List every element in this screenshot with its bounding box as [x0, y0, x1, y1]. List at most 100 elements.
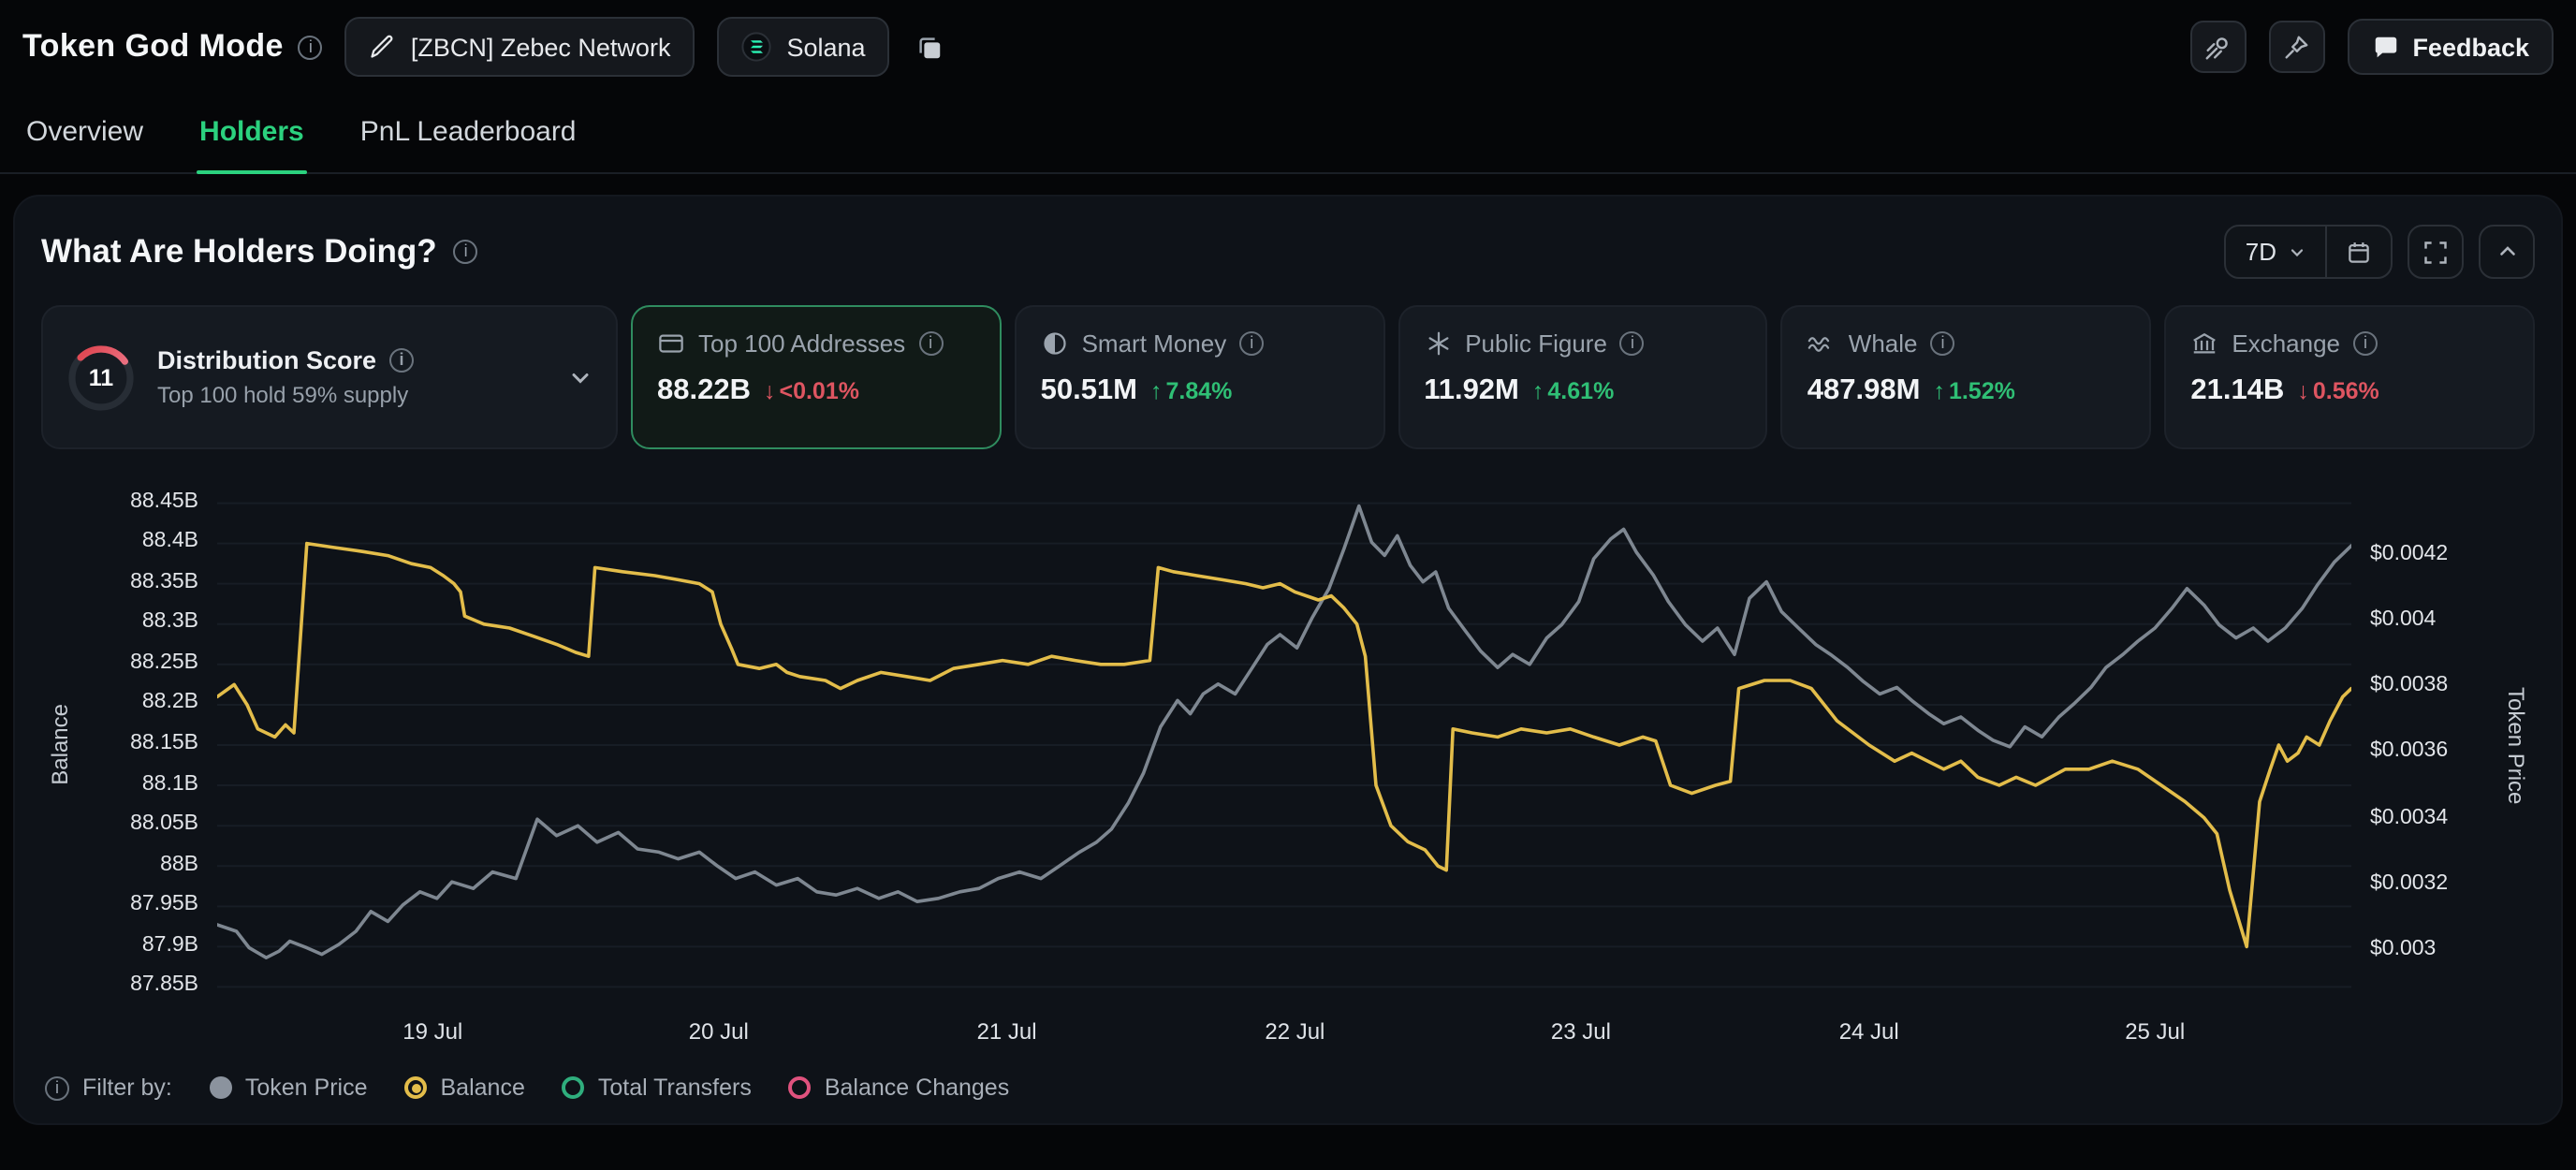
balance-changes-marker-icon	[789, 1076, 812, 1099]
tick-label: 88.45B	[130, 490, 198, 513]
card-label: Whale	[1849, 329, 1918, 358]
change-arrow-icon: ↑	[1532, 378, 1544, 404]
change-arrow-icon: ↓	[2297, 378, 2309, 404]
filter-balance-changes[interactable]: Balance Changes	[789, 1075, 1009, 1101]
card-change: ↑1.52%	[1933, 378, 2014, 404]
tick-label: $0.0038	[2370, 674, 2448, 696]
distribution-score-card[interactable]: 11 Distribution Score i Top 100 hold 59%…	[41, 305, 618, 449]
y-axis-right-ticks: $0.0042 $0.004 $0.0038 $0.0036 $0.0034 $0.003…	[2351, 483, 2497, 1007]
token-price-marker-icon	[210, 1076, 232, 1099]
timeframe-dropdown[interactable]: 7D	[2227, 227, 2325, 277]
chevron-down-icon[interactable]	[567, 364, 593, 390]
tick-label: 88.25B	[130, 651, 198, 674]
info-icon[interactable]: i	[299, 35, 323, 59]
card-value: 487.98M	[1808, 374, 1921, 408]
tick-label: 22 Jul	[1265, 1018, 1325, 1045]
filter-token-price[interactable]: Token Price	[210, 1075, 368, 1101]
filter-by-group: i Filter by:	[45, 1075, 172, 1101]
top-100-addresses-card[interactable]: Top 100 Addresses i 88.22B ↓<0.01%	[631, 305, 1002, 449]
collapse-panel-button[interactable]	[2479, 225, 2535, 279]
card-label: Public Figure	[1465, 329, 1607, 358]
filter-balance[interactable]: Balance	[405, 1075, 525, 1101]
timeframe-control-group: 7D	[2225, 225, 2393, 279]
x-axis-labels: 19 Jul20 Jul21 Jul22 Jul23 Jul24 Jul25 J…	[217, 1018, 2351, 1056]
token-god-mode-page: Token God Mode i [ZBCN] Zebec Network So…	[0, 0, 2576, 1170]
tick-label: 19 Jul	[402, 1018, 462, 1045]
tick-label: 20 Jul	[689, 1018, 749, 1045]
card-value: 11.92M	[1424, 374, 1519, 408]
exchange-card[interactable]: Exchange i 21.14B ↓0.56%	[2164, 305, 2535, 449]
tick-label: $0.0042	[2370, 542, 2448, 564]
change-arrow-icon: ↓	[764, 378, 776, 404]
comet-icon	[2203, 33, 2232, 61]
info-icon[interactable]: i	[1239, 331, 1264, 356]
calendar-button[interactable]	[2327, 227, 2391, 277]
holders-panel: What Are Holders Doing? i 7D	[13, 195, 2563, 1125]
tick-label: $0.0034	[2370, 806, 2448, 828]
top-bar: Token God Mode i [ZBCN] Zebec Network So…	[0, 0, 2576, 94]
chain-selector-pill[interactable]: Solana	[717, 17, 889, 77]
y-axis-left-title: Balance	[41, 483, 79, 1007]
card-label: Exchange	[2232, 329, 2340, 358]
panel-title: What Are Holders Doing?	[41, 232, 437, 271]
bank-icon	[2190, 329, 2218, 358]
chain-name: Solana	[786, 33, 865, 61]
timeframe-value: 7D	[2246, 238, 2276, 266]
tab-pnl-leaderboard[interactable]: PnL Leaderboard	[357, 116, 580, 172]
copy-address-button[interactable]	[913, 29, 948, 65]
tick-label: 87.95B	[130, 893, 198, 915]
info-icon[interactable]: i	[1620, 331, 1645, 356]
tick-label: 88B	[160, 853, 198, 875]
tick-label: 88.1B	[142, 772, 198, 795]
change-arrow-icon: ↑	[1933, 378, 1945, 404]
smart-money-card[interactable]: Smart Money i 50.51M ↑7.84%	[1015, 305, 1385, 449]
total-transfers-marker-icon	[563, 1076, 585, 1099]
info-icon[interactable]: i	[918, 331, 943, 356]
card-value: 88.22B	[657, 374, 751, 408]
edit-pencil-icon	[370, 34, 396, 60]
tick-label: $0.0036	[2370, 740, 2448, 763]
feedback-label: Feedback	[2412, 33, 2529, 61]
tick-label: 88.35B	[130, 571, 198, 593]
info-icon[interactable]: i	[454, 240, 478, 264]
tab-holders[interactable]: Holders	[196, 116, 308, 172]
feedback-button[interactable]: Feedback	[2347, 19, 2554, 75]
public-figure-card[interactable]: Public Figure i 11.92M ↑4.61%	[1398, 305, 1768, 449]
tab-overview[interactable]: Overview	[22, 116, 147, 172]
distribution-score-gauge: 11	[66, 342, 137, 413]
info-icon[interactable]: i	[1931, 331, 1955, 356]
info-icon[interactable]: i	[389, 348, 414, 373]
coin-icon	[1041, 329, 1069, 358]
tick-label: 24 Jul	[1839, 1018, 1899, 1045]
panel-header: What Are Holders Doing? i 7D	[41, 225, 2535, 279]
tick-label: 88.2B	[142, 692, 198, 714]
whale-card[interactable]: Whale i 487.98M ↑1.52%	[1781, 305, 2152, 449]
info-icon[interactable]: i	[2353, 331, 2378, 356]
tick-label: 88.15B	[130, 732, 198, 754]
info-icon[interactable]: i	[45, 1075, 69, 1100]
chart-plot[interactable]	[217, 483, 2351, 1007]
quick-actions-button[interactable]	[2189, 21, 2246, 73]
pin-button[interactable]	[2268, 21, 2324, 73]
tick-label: $0.004	[2370, 608, 2436, 631]
card-value: 50.51M	[1041, 374, 1137, 408]
tick-label: 88.05B	[130, 812, 198, 835]
tick-label: $0.0032	[2370, 872, 2448, 895]
pin-icon	[2282, 33, 2310, 61]
page-title: Token God Mode	[22, 28, 284, 66]
chevron-down-icon	[2288, 242, 2306, 261]
token-selector-pill[interactable]: [ZBCN] Zebec Network	[345, 17, 695, 77]
tick-label: $0.003	[2370, 938, 2436, 960]
panel-controls: 7D	[2225, 225, 2535, 279]
tick-label: 87.9B	[142, 933, 198, 956]
distribution-score-label: Distribution Score	[157, 346, 376, 374]
calendar-icon	[2346, 239, 2372, 265]
change-arrow-icon: ↑	[1150, 378, 1163, 404]
expand-icon	[2422, 239, 2449, 265]
chevron-up-icon	[2495, 240, 2519, 264]
wave-icon	[1808, 329, 1836, 358]
fullscreen-button[interactable]	[2408, 225, 2464, 279]
copy-icon	[916, 33, 944, 61]
holder-stat-cards: 11 Distribution Score i Top 100 hold 59%…	[41, 305, 2535, 449]
filter-total-transfers[interactable]: Total Transfers	[563, 1075, 752, 1101]
